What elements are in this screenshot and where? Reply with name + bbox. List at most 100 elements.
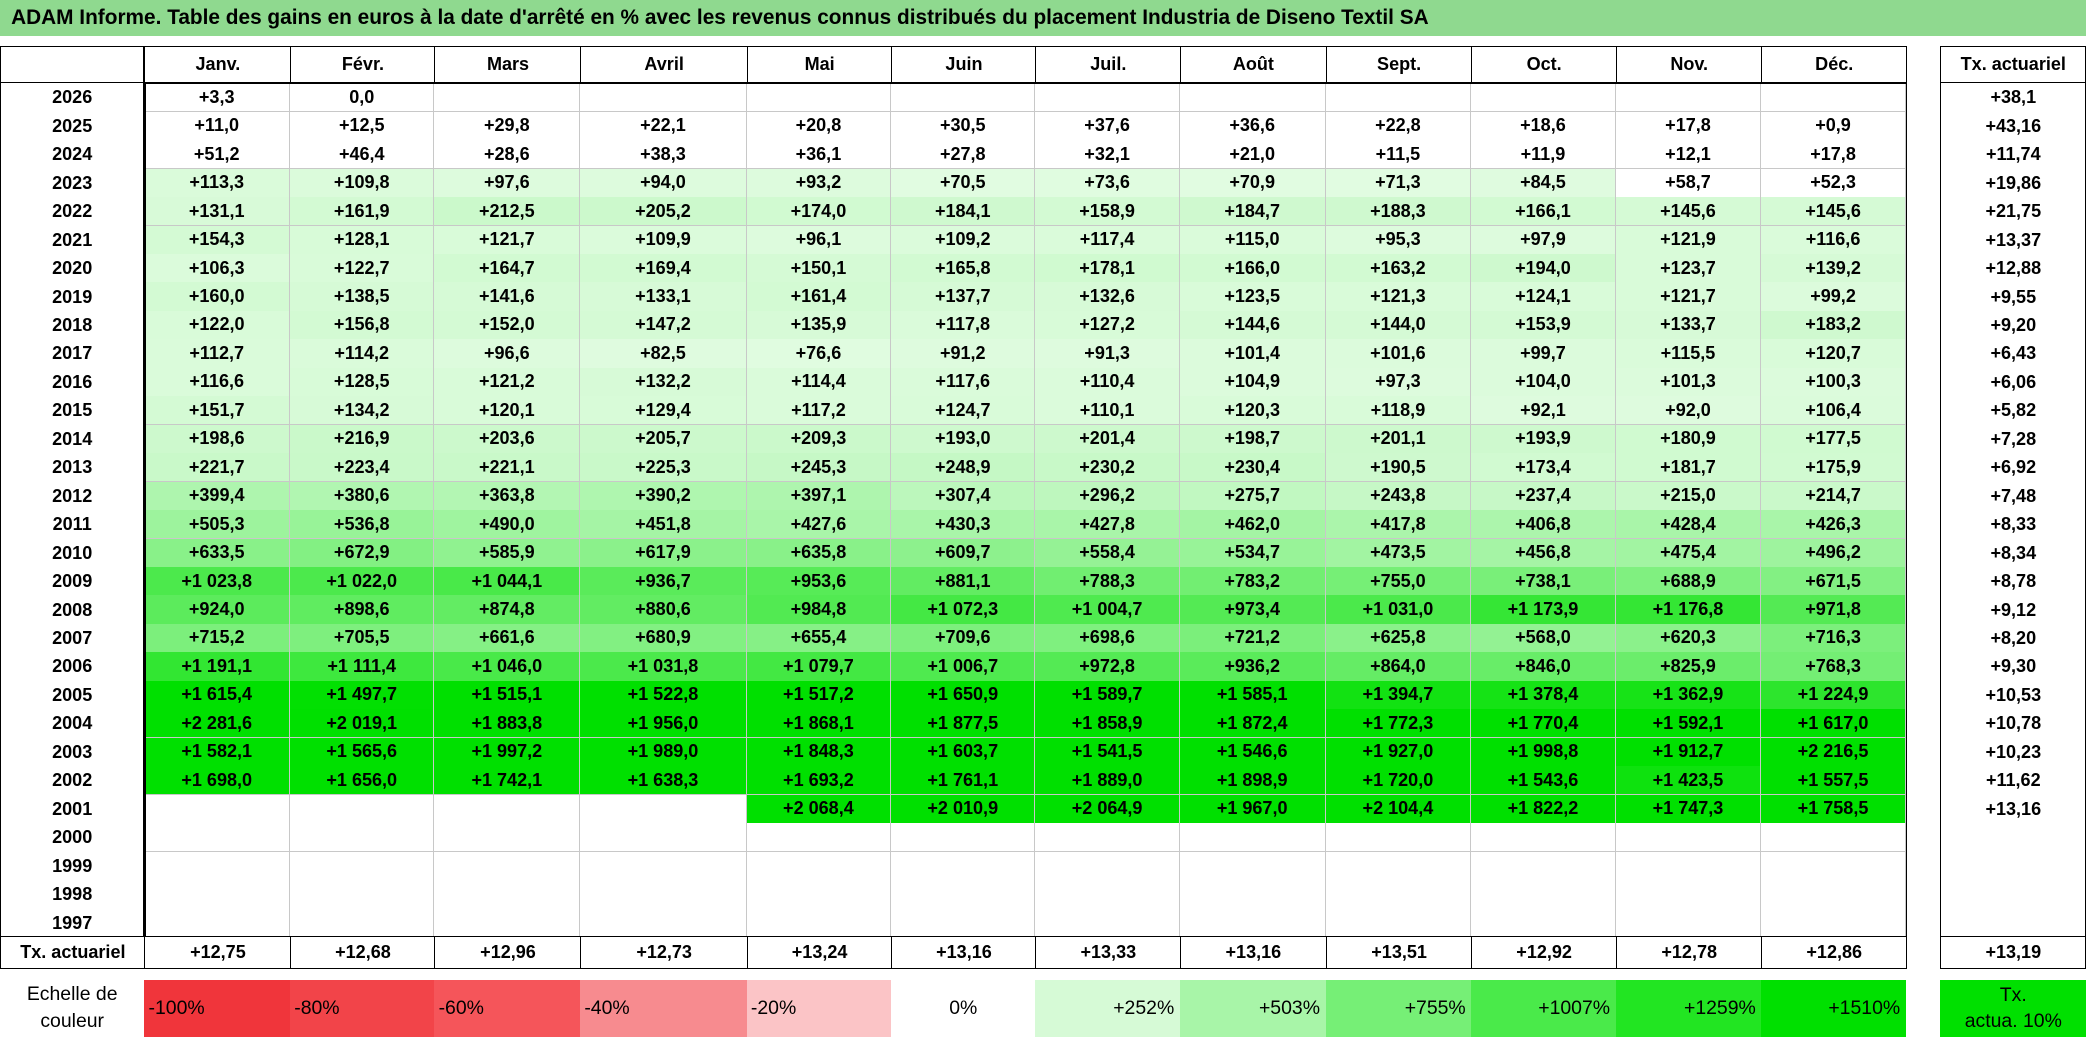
gain-cell: +150,1 [746,254,892,284]
gain-cell: +97,9 [1471,225,1616,255]
year-label: 2026 [0,83,145,113]
gain-cell: +174,0 [746,197,892,227]
gain-cell: +18,6 [1471,111,1616,141]
gain-cell: +245,3 [746,453,892,483]
gain-cell: +2 010,9 [891,794,1036,824]
gain-cell: +114,2 [290,339,435,369]
row-actuarial-rate: +9,20 [1940,310,2086,341]
gain-cell: +1 191,1 [144,652,291,682]
gain-cell [891,851,1036,881]
gain-cell: +12,5 [290,111,435,141]
gain-cell: +953,6 [746,566,892,597]
gain-cell: +91,3 [1035,339,1180,369]
gain-cell: +205,2 [580,197,747,227]
gain-cell: +144,6 [1179,310,1326,341]
gain-cell: +0,9 [1761,111,1906,141]
gain-cell: +1 877,5 [891,709,1036,739]
gain-cell [1179,851,1326,881]
gain-cell: +131,1 [144,197,291,227]
gain-cell: +180,9 [1615,424,1762,454]
year-label: 2001 [0,794,145,824]
gain-cell: +1 079,7 [746,652,892,682]
gain-cell [580,83,747,113]
gain-cell: +133,1 [580,282,747,312]
gain-cell: +70,5 [891,168,1036,198]
gain-cell: +1 898,9 [1179,766,1326,796]
gain-cell: +1 522,8 [580,680,747,710]
gain-cell: +20,8 [746,111,892,141]
row-actuarial-rate: +6,92 [1940,453,2086,483]
gain-cell: +225,3 [580,453,747,483]
gain-cell: +1 515,1 [434,680,581,710]
gain-cell [434,851,581,881]
gain-cell: +788,3 [1035,566,1180,597]
gain-cell [891,879,1036,910]
gain-cell [1035,879,1180,910]
gain-cell [1179,823,1326,853]
gain-cell: +17,8 [1761,140,1906,170]
gain-cell [1761,823,1906,853]
year-label: 2014 [0,424,145,454]
gain-cell: +135,9 [746,310,892,341]
gain-cell [1471,879,1616,910]
month-header: Août [1179,45,1327,84]
color-scale-swatch: +1510% [1761,979,1906,1037]
gain-cell: +473,5 [1325,538,1472,568]
gain-cell [290,908,435,938]
gain-cell: +116,6 [144,367,291,397]
gain-cell: +307,4 [891,481,1036,511]
gain-cell: +193,9 [1471,424,1616,454]
gain-cell: +984,8 [746,595,892,625]
row-actuarial-rate: +9,55 [1940,282,2086,312]
gain-cell: +134,2 [290,396,435,426]
row-actuarial-rate: +9,12 [1940,595,2086,625]
gain-cell: +1 362,9 [1615,680,1762,710]
gain-cell: +380,6 [290,481,435,511]
gain-cell: +209,3 [746,424,892,454]
gain-cell: +709,6 [891,623,1036,654]
gain-cell: +1 997,2 [434,737,581,767]
gain-cell: +1 565,6 [290,737,435,767]
gain-cell: +738,1 [1471,566,1616,597]
year-label: 2011 [0,510,145,540]
gain-cell: +137,7 [891,282,1036,312]
gain-cell [1615,908,1762,938]
gain-cell [746,823,892,853]
actuarial-scale-line2: actua. 10% [1964,1010,2062,1033]
footer-rate: +13,51 [1325,935,1473,969]
gain-cell: +93,2 [746,168,892,198]
color-scale-swatch: -80% [290,979,435,1037]
gain-cell: +132,6 [1035,282,1180,312]
gain-cell [746,851,892,881]
gain-cell: +1 650,9 [891,680,1036,710]
gain-cell: +3,3 [144,83,291,113]
gain-cell: +1 720,0 [1325,766,1472,796]
row-actuarial-rate: +12,88 [1940,254,2086,284]
gain-cell [434,794,581,824]
gain-cell: +109,8 [290,168,435,198]
gain-cell: +128,5 [290,367,435,397]
gain-cell [1471,823,1616,853]
year-label: 2006 [0,652,145,682]
gain-cell [144,794,291,824]
gain-cell [1035,823,1180,853]
gain-cell: +1 111,4 [290,652,435,682]
gain-cell: +164,7 [434,254,581,284]
footer-rate: +13,24 [746,935,893,969]
month-header: Juil. [1035,45,1182,84]
gain-cell: +568,0 [1471,623,1616,654]
gain-cell: +27,8 [891,140,1036,170]
gain-cell: +112,7 [144,339,291,369]
gain-cell: +101,3 [1615,367,1762,397]
gain-cell: +109,2 [891,225,1036,255]
gain-cell: +248,9 [891,453,1036,483]
gain-cell: +1 698,0 [144,766,291,796]
gain-cell: +783,2 [1179,566,1326,597]
gain-cell [1471,83,1616,113]
year-label: 2005 [0,680,145,710]
gain-cell [746,879,892,910]
gain-cell: +212,5 [434,197,581,227]
footer-rate: +12,86 [1761,935,1908,969]
year-label: 2000 [0,823,145,853]
gain-cell: +113,3 [144,168,291,198]
